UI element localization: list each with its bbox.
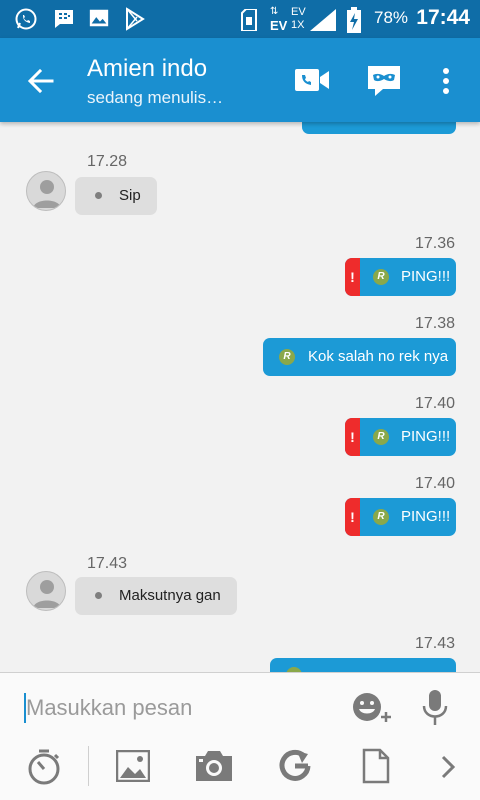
- message-bubble-outgoing-partial[interactable]: [270, 658, 456, 672]
- message-timestamp: 17.40: [414, 475, 455, 492]
- image-icon[interactable]: [115, 749, 151, 787]
- emoji-add-icon[interactable]: [350, 690, 394, 729]
- attachment-toolbar: [0, 740, 480, 800]
- avatar[interactable]: [26, 571, 66, 611]
- message-timestamp: 17.40: [414, 395, 455, 412]
- message-text: Kok salah no rek nya: [308, 348, 449, 365]
- message-timestamp: 17.38: [414, 315, 455, 332]
- message-bubble-outgoing-partial[interactable]: [302, 122, 456, 134]
- message-text: PING!!!: [401, 268, 451, 285]
- contact-name[interactable]: Amien indo: [87, 55, 207, 83]
- message-bubble-incoming[interactable]: Maksutnya gan: [75, 577, 237, 615]
- message-text: PING!!!: [401, 428, 451, 445]
- timer-icon[interactable]: [26, 748, 62, 791]
- message-list[interactable]: 17.28 Sip 17.36 ! R PING!!! 17.38 R Kok …: [0, 122, 480, 672]
- error-marker[interactable]: !: [345, 498, 360, 536]
- message-bubble-outgoing[interactable]: R Kok salah no rek nya: [263, 338, 456, 376]
- status-bar: ⇅ EV EV 1X 78% 17:44: [0, 0, 480, 38]
- message-bubble-outgoing[interactable]: ! R PING!!!: [345, 498, 456, 536]
- message-bubble-outgoing[interactable]: ! R PING!!!: [345, 418, 456, 456]
- read-receipt-icon: R: [373, 509, 389, 525]
- read-receipt-icon: R: [373, 429, 389, 445]
- gallery-icon: [88, 7, 110, 34]
- message-text: Sip: [119, 187, 141, 204]
- battery-percent: 78%: [374, 8, 409, 27]
- toolbar-divider: [88, 746, 89, 786]
- read-receipt-icon: R: [279, 349, 295, 365]
- error-marker[interactable]: !: [345, 258, 360, 296]
- composer: Masukkan pesan: [0, 672, 480, 740]
- message-timestamp: 17.43: [414, 635, 455, 652]
- battery-charging-icon: [346, 7, 362, 38]
- message-timestamp: 17.28: [87, 153, 128, 170]
- status-dot: [95, 192, 102, 199]
- app-bar: Amien indo sedang menulis…: [0, 38, 480, 122]
- bbm-icon: [52, 7, 76, 36]
- network-bottom-label: 1X: [291, 19, 305, 31]
- message-input[interactable]: Masukkan pesan: [26, 695, 192, 721]
- play-store-icon: [124, 7, 146, 36]
- signal-icon: [310, 9, 336, 36]
- message-bubble-incoming[interactable]: Sip: [75, 177, 157, 215]
- gif-refresh-icon[interactable]: [278, 748, 312, 789]
- message-timestamp: 17.43: [87, 555, 128, 572]
- read-receipt-icon: R: [373, 269, 389, 285]
- message-text: PING!!!: [401, 508, 451, 525]
- clock: 17:44: [416, 6, 470, 29]
- microphone-icon[interactable]: [422, 688, 448, 731]
- typing-status: sedang menulis…: [87, 88, 224, 107]
- video-call-icon[interactable]: [294, 66, 330, 99]
- message-text: Maksutnya gan: [119, 587, 221, 604]
- error-marker[interactable]: !: [345, 418, 360, 456]
- camera-icon[interactable]: [194, 750, 234, 787]
- more-vert-icon[interactable]: [440, 66, 452, 101]
- network-top-label: EV: [291, 6, 306, 18]
- message-bubble-outgoing[interactable]: ! R PING!!!: [345, 258, 456, 296]
- sim-icon: [240, 8, 258, 36]
- file-icon[interactable]: [362, 748, 390, 789]
- status-dot: [95, 592, 102, 599]
- whatsapp-icon: [14, 7, 38, 36]
- back-arrow-icon[interactable]: [24, 64, 58, 98]
- chevron-right-icon[interactable]: [440, 754, 456, 785]
- message-timestamp: 17.36: [414, 235, 455, 252]
- avatar[interactable]: [26, 171, 66, 211]
- incognito-mask-icon[interactable]: [367, 65, 401, 102]
- network-type: ⇅ EV: [270, 6, 288, 33]
